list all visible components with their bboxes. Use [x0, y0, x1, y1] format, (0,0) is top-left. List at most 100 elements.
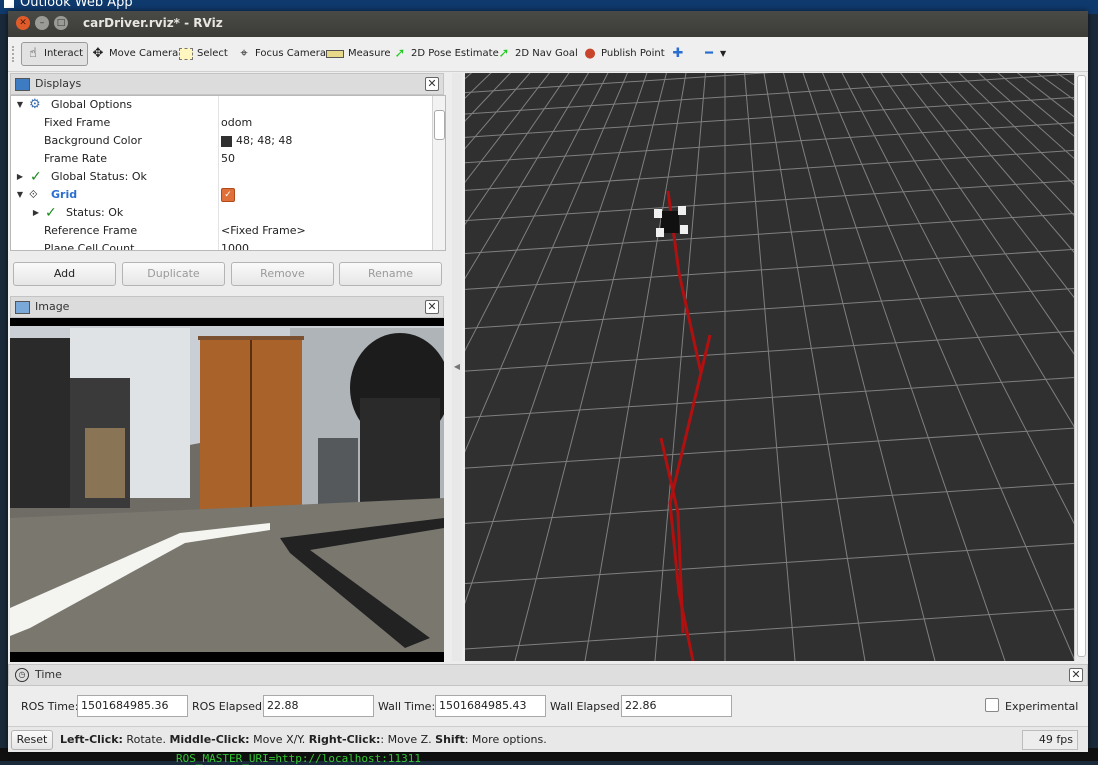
tree-row-frame-rate[interactable]: Frame Rate 50: [11, 150, 431, 168]
measure-tool[interactable]: Measure: [322, 43, 395, 65]
wall-time-label: Wall Time:: [378, 700, 436, 713]
close-image-panel-button[interactable]: ✕: [425, 300, 439, 314]
splitter-handle[interactable]: [1077, 75, 1086, 657]
terminal-text: ROS_MASTER_URI=http://localhost:11311: [176, 752, 422, 765]
close-time-panel-button[interactable]: ✕: [1069, 668, 1083, 682]
camera-feed-picture: [10, 318, 444, 662]
scrollbar-thumb[interactable]: [434, 110, 445, 140]
row-name: Reference Frame: [44, 224, 138, 237]
hint-middle-click: Middle-Click:: [169, 733, 250, 746]
ros-time-field[interactable]: 1501684985.36: [77, 695, 188, 717]
add-display-button[interactable]: Add: [13, 262, 116, 286]
select-box-icon: [179, 48, 193, 60]
tree-row-global-options[interactable]: ▼ ⚙ Global Options: [11, 96, 431, 114]
select-label: Select: [197, 48, 228, 59]
publish-point-tool[interactable]: ● Publish Point: [579, 43, 669, 65]
map-pin-icon: ●: [584, 46, 596, 61]
interact-tool[interactable]: ☝ Interact: [21, 42, 89, 66]
add-tool-button[interactable]: ✚: [667, 43, 689, 65]
move-camera-label: Move Camera: [109, 48, 179, 59]
row-name: Background Color: [44, 134, 142, 147]
ros-time-label: ROS Time:: [21, 700, 79, 713]
maximize-window-button[interactable]: □: [54, 16, 68, 30]
hint-right-desc: : Move Z.: [380, 733, 436, 746]
status-bar: Reset Left-Click: Rotate. Middle-Click: …: [8, 726, 1088, 752]
wall-elapsed-label: Wall Elapsed:: [550, 700, 624, 713]
plus-icon: ✚: [672, 46, 684, 61]
ruler-icon: [326, 50, 344, 58]
rename-display-button[interactable]: Rename: [339, 262, 442, 286]
row-value[interactable]: odom: [221, 114, 252, 132]
checkmark-icon: ✓: [30, 169, 42, 185]
fps-readout: 49 fps: [1022, 730, 1078, 750]
left-splitter[interactable]: ◀: [452, 73, 462, 661]
select-tool[interactable]: Select: [175, 43, 232, 65]
clock-icon: ◷: [15, 668, 29, 682]
time-title: Time: [35, 668, 62, 681]
wall-time-field[interactable]: 1501684985.43: [435, 695, 546, 717]
row-value[interactable]: 1000: [221, 240, 249, 250]
row-value[interactable]: 50: [221, 150, 235, 168]
tree-row-fixed-frame[interactable]: Fixed Frame odom: [11, 114, 431, 132]
grid-icon: ⟐: [29, 188, 38, 201]
move-arrows-icon: ✥: [92, 46, 104, 61]
viewport-right-splitter[interactable]: [1074, 73, 1087, 661]
displays-panel-header: Displays ✕: [10, 73, 444, 95]
pose-estimate-tool[interactable]: ➚ 2D Pose Estimate: [389, 43, 503, 65]
ros-elapsed-field[interactable]: 22.88: [263, 695, 374, 717]
crosshair-icon: ⌖: [240, 46, 248, 61]
checkmark-icon: ✓: [45, 205, 57, 221]
minimize-window-button[interactable]: –: [35, 16, 49, 30]
row-name: Grid: [51, 188, 78, 201]
row-value[interactable]: <Fixed Frame>: [221, 222, 306, 240]
expand-down-arrow-icon[interactable]: ▼: [15, 186, 25, 204]
close-displays-button[interactable]: ✕: [425, 77, 439, 91]
tree-row-reference-frame[interactable]: Reference Frame <Fixed Frame>: [11, 222, 431, 240]
tree-scrollbar[interactable]: [432, 96, 445, 250]
image-panel-header: Image ✕: [10, 296, 444, 318]
hint-left-click: Left-Click:: [60, 733, 123, 746]
tree-row-grid[interactable]: ▼ ⟐ Grid ✓: [11, 186, 431, 204]
row-name: Frame Rate: [44, 152, 107, 165]
color-swatch: [221, 135, 232, 147]
hint-middle-desc: Move X/Y.: [249, 733, 309, 746]
grid-render: [465, 73, 1074, 661]
duplicate-display-button[interactable]: Duplicate: [122, 262, 225, 286]
experimental-checkbox[interactable]: [985, 698, 999, 712]
tree-row-global-status[interactable]: ▶ ✓ Global Status: Ok: [11, 168, 431, 186]
displays-tree: ▼ ⚙ Global Options Fixed Frame odom Back…: [10, 95, 446, 251]
tree-row-background-color[interactable]: Background Color 48; 48; 48: [11, 132, 431, 150]
hint-left-desc: Rotate.: [122, 733, 170, 746]
rviz-window: ✕ – □ carDriver.rviz* - RViz ☝ Interact ✥…: [8, 11, 1088, 752]
toolbar-grip[interactable]: [12, 46, 17, 62]
outlook-icon: [4, 0, 14, 8]
outlook-tab[interactable]: Outlook Web App: [0, 0, 133, 10]
grid-enabled-checkbox[interactable]: ✓: [221, 188, 235, 202]
remove-tool-button[interactable]: ━ ▼: [698, 43, 730, 65]
expand-right-arrow-icon[interactable]: ▶: [15, 168, 25, 186]
close-window-button[interactable]: ✕: [16, 16, 30, 30]
expand-down-arrow-icon[interactable]: ▼: [15, 96, 25, 114]
reset-button[interactable]: Reset: [11, 730, 53, 750]
wall-elapsed-field[interactable]: 22.86: [621, 695, 732, 717]
expand-right-arrow-icon[interactable]: ▶: [31, 204, 41, 222]
tree-row-grid-status[interactable]: ▶ ✓ Status: Ok: [11, 204, 431, 222]
gear-icon: ⚙: [29, 97, 41, 112]
row-name: Global Status: Ok: [51, 170, 147, 183]
row-value[interactable]: 48; 48; 48: [221, 132, 292, 150]
outlook-title: Outlook Web App: [20, 0, 133, 10]
pointer-hand-icon: ☝: [29, 46, 37, 61]
publish-point-label: Publish Point: [601, 48, 665, 59]
tree-row-plane-cell-count[interactable]: Plane Cell Count 1000: [11, 240, 431, 250]
3d-viewport[interactable]: [465, 73, 1074, 661]
status-hint: Left-Click: Rotate. Middle-Click: Move X…: [60, 733, 547, 746]
move-camera-tool[interactable]: ✥ Move Camera: [87, 43, 182, 65]
row-name: Fixed Frame: [44, 116, 111, 129]
green-arrow-icon: ➚: [498, 46, 510, 61]
focus-camera-tool[interactable]: ⌖ Focus Camera: [233, 43, 330, 65]
remove-display-button[interactable]: Remove: [231, 262, 334, 286]
nav-goal-tool[interactable]: ➚ 2D Nav Goal: [493, 43, 582, 65]
chevron-down-icon: ▼: [720, 49, 727, 58]
measure-label: Measure: [348, 48, 391, 59]
pose-estimate-label: 2D Pose Estimate: [411, 48, 499, 59]
